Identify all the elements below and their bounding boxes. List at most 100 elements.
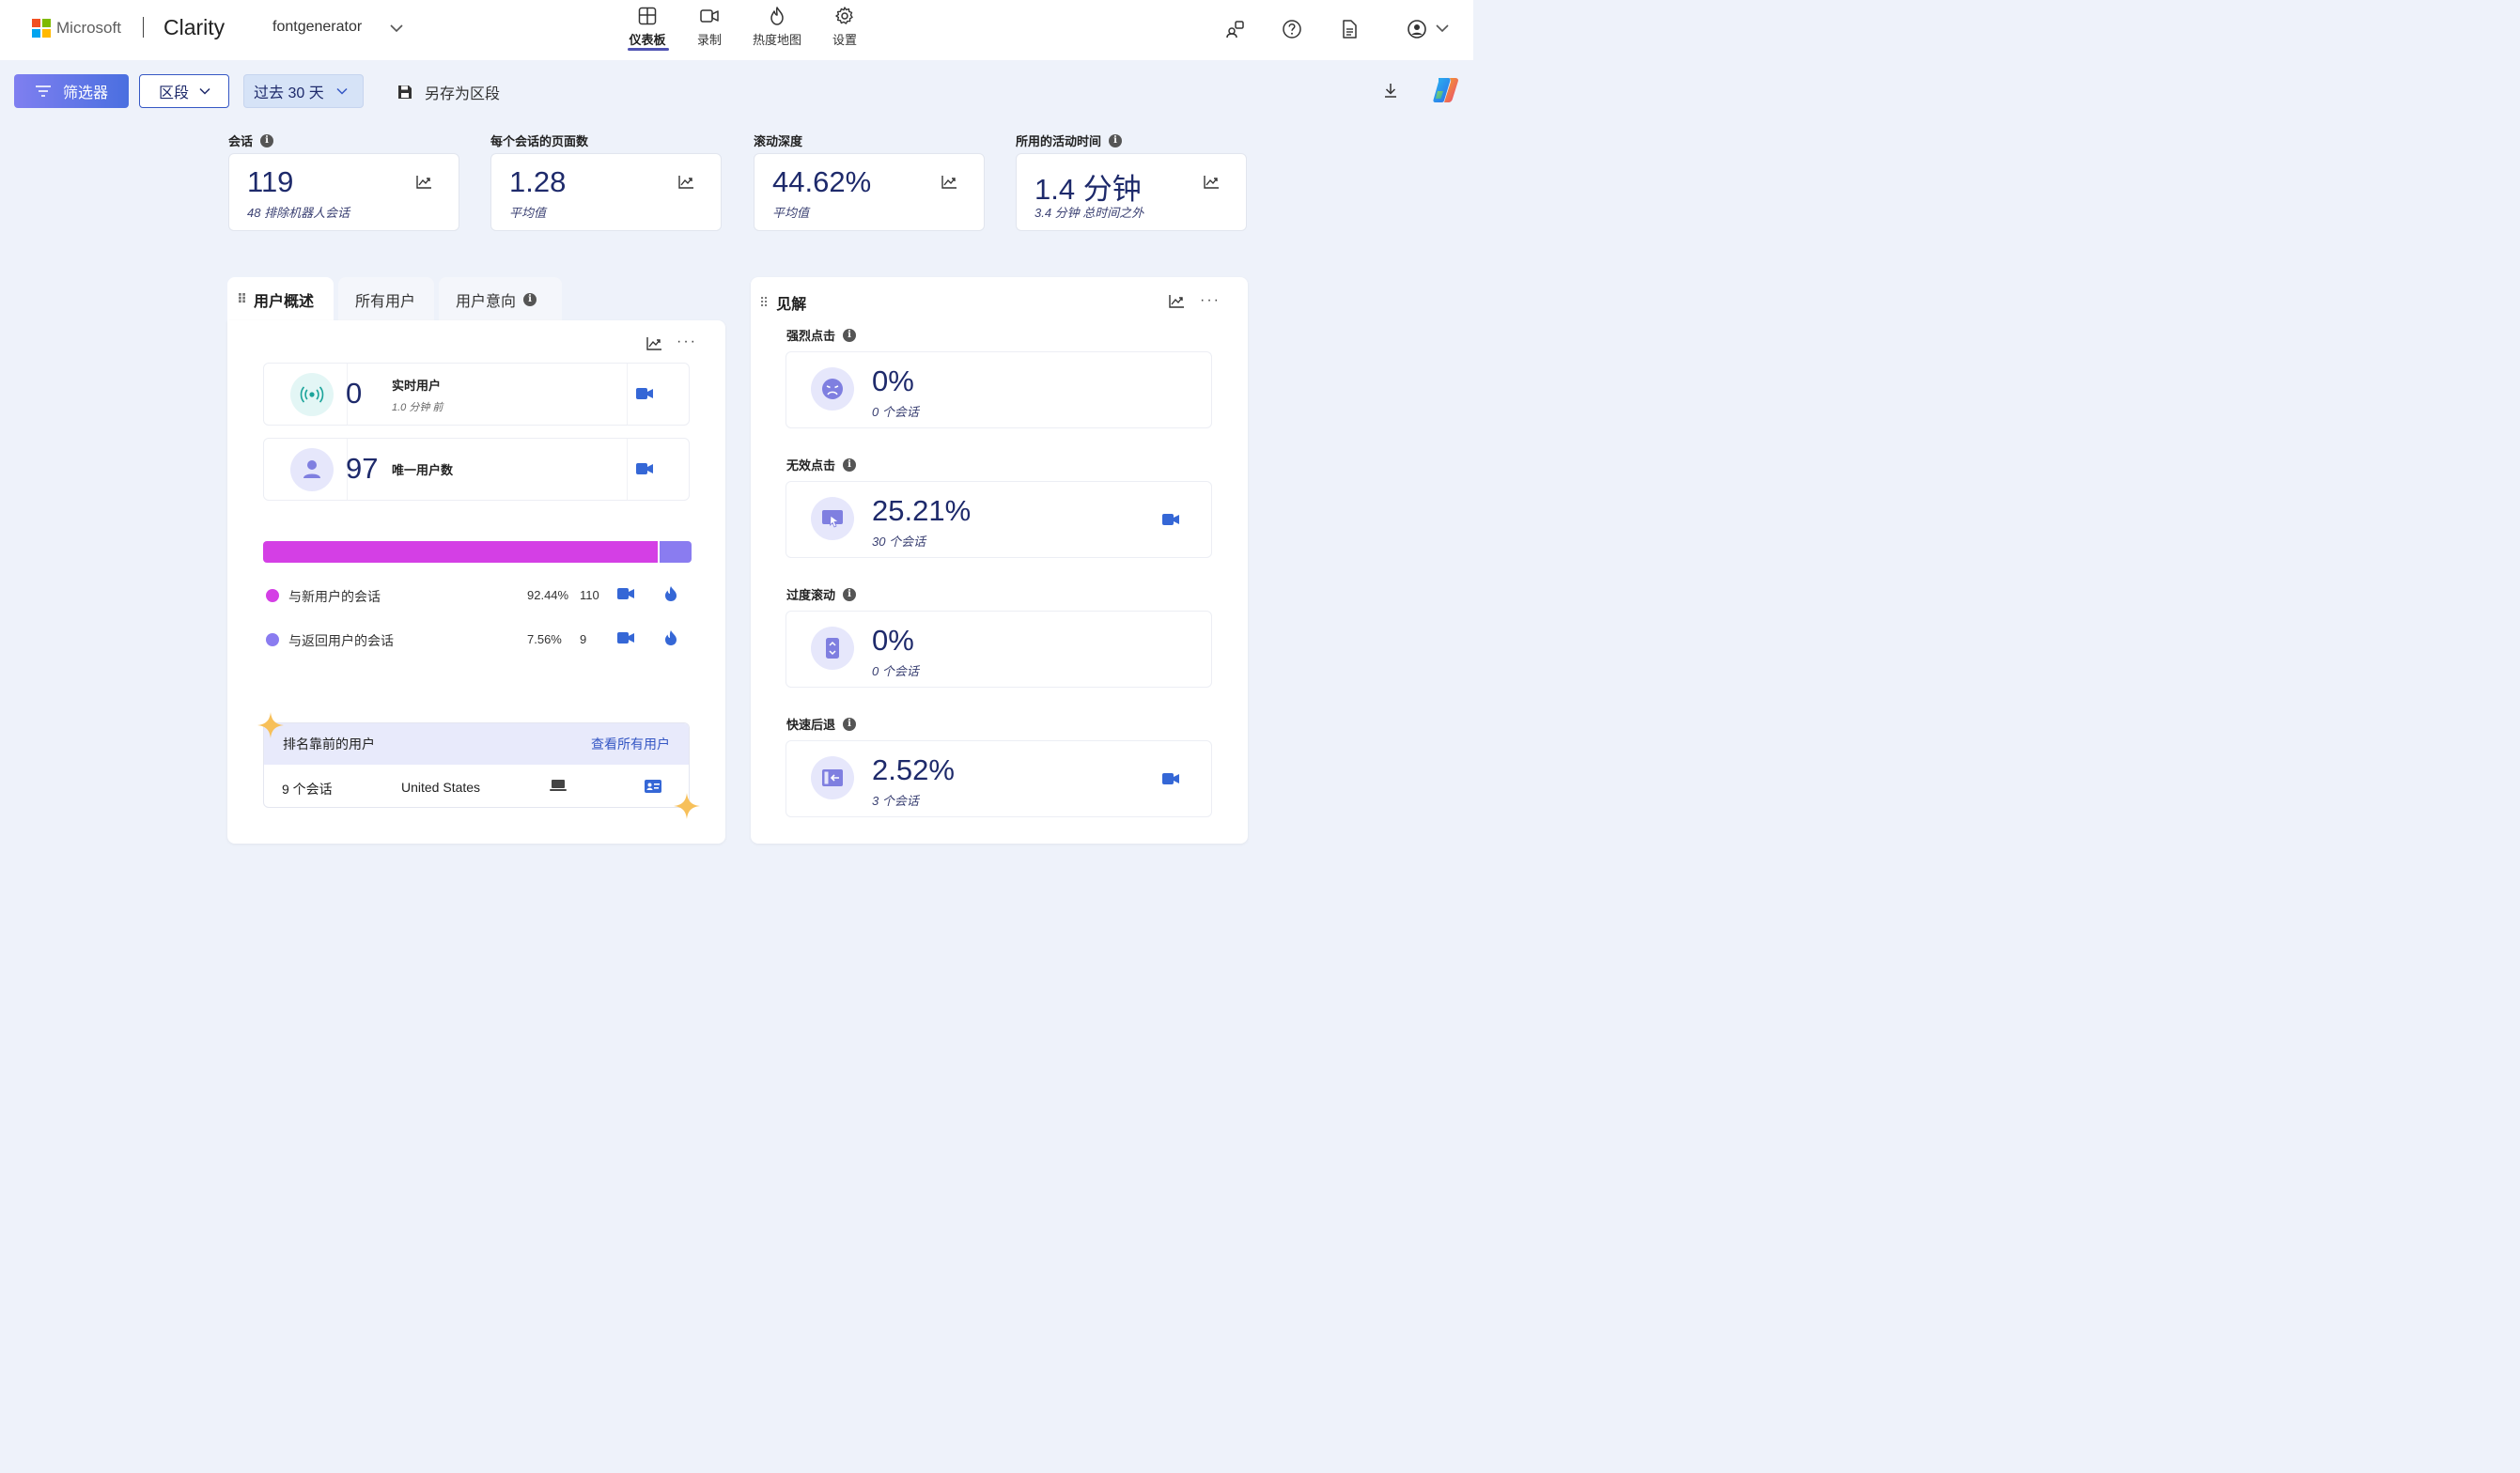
row-country: United States: [401, 780, 481, 795]
save-segment-button[interactable]: 另存为区段: [397, 81, 500, 103]
more-options-icon[interactable]: ···: [1200, 292, 1221, 309]
tab-user-intent[interactable]: 用户意向 i: [439, 277, 562, 321]
product-name[interactable]: Clarity: [163, 15, 225, 40]
nav-label: 热度地图: [752, 33, 801, 47]
insight-sessions: 3 个会话: [872, 794, 919, 808]
metric-label-text: 所用的活动时间: [1016, 134, 1102, 148]
filter-button[interactable]: 筛选器: [14, 74, 129, 108]
recording-icon[interactable]: [617, 587, 634, 600]
heatmap-icon[interactable]: [664, 585, 677, 602]
trend-chart-icon[interactable]: [1203, 175, 1220, 190]
document-icon[interactable]: [1339, 19, 1360, 39]
trend-chart-icon[interactable]: [677, 175, 694, 190]
insight-card-dead-clicks[interactable]: 25.21% 30 个会话: [786, 481, 1212, 558]
insight-card-quick-backs[interactable]: 2.52% 3 个会话: [786, 740, 1212, 817]
view-all-users-link[interactable]: 查看所有用户: [591, 735, 670, 753]
sparkle-icon: [257, 711, 285, 739]
returning-users-bar[interactable]: [660, 541, 692, 563]
new-users-bar[interactable]: [263, 541, 658, 563]
user-icon: [290, 448, 334, 491]
info-icon[interactable]: i: [523, 292, 537, 306]
insight-value: 0%: [872, 364, 914, 397]
insight-sessions: 0 个会话: [872, 405, 919, 419]
legend-dot: [266, 633, 279, 646]
microsoft-logo: [32, 19, 51, 38]
recording-icon[interactable]: [617, 631, 634, 644]
nav-dashboard[interactable]: 仪表板: [614, 6, 680, 48]
tab-user-overview[interactable]: ⠿ 用户概述: [227, 277, 334, 321]
heatmap-icon: [744, 6, 810, 26]
chevron-down-icon[interactable]: [389, 21, 404, 36]
trend-chart-icon[interactable]: [941, 175, 957, 190]
insight-label-text: 过度滚动: [786, 588, 836, 602]
recording-icon[interactable]: [1162, 772, 1179, 785]
metric-value: 1.4 分钟: [1034, 173, 1142, 206]
nav-settings[interactable]: 设置: [812, 6, 878, 48]
insight-card-excessive-scrolling[interactable]: 0% 0 个会话: [786, 611, 1212, 688]
info-icon[interactable]: i: [843, 587, 857, 601]
metric-label-pages-per-session: 每个会话的页面数: [490, 132, 588, 149]
more-options-icon[interactable]: ···: [677, 333, 697, 350]
insight-card-rage-clicks[interactable]: 0% 0 个会话: [786, 351, 1212, 428]
top-users-header: 排名靠前的用户 查看所有用户: [264, 723, 689, 765]
live-users-label: 实时用户: [392, 379, 442, 393]
tab-label: 用户概述: [253, 293, 314, 310]
info-icon[interactable]: i: [843, 717, 857, 731]
tab-all-users[interactable]: 所有用户: [338, 277, 434, 321]
nav-heatmaps[interactable]: 热度地图: [744, 6, 810, 48]
share-icon[interactable]: [1224, 19, 1245, 39]
angry-face-icon: [811, 367, 854, 411]
table-row[interactable]: 9 个会话 United States: [264, 765, 689, 807]
info-icon[interactable]: i: [843, 457, 857, 472]
info-icon[interactable]: i: [1109, 133, 1123, 147]
insight-label-quick-backs: 快速后退 i: [786, 715, 857, 733]
download-icon[interactable]: [1382, 82, 1399, 99]
nav-recordings[interactable]: 录制: [677, 6, 742, 48]
card-divider: [627, 364, 628, 425]
metric-card-sessions[interactable]: 119 48 排除机器人会话: [228, 153, 459, 231]
trend-chart-icon[interactable]: [646, 336, 662, 351]
live-broadcast-icon: [290, 373, 334, 416]
info-icon[interactable]: i: [260, 133, 274, 147]
chevron-down-icon: [336, 87, 348, 95]
trend-chart-icon[interactable]: [415, 175, 432, 190]
recording-icon[interactable]: [636, 462, 653, 475]
metric-card-scroll-depth[interactable]: 44.62% 平均值: [754, 153, 985, 231]
chevron-down-icon: [199, 87, 210, 95]
account-icon[interactable]: [1407, 19, 1427, 39]
insight-sessions: 0 个会话: [872, 664, 919, 678]
user-card-icon[interactable]: [645, 780, 661, 793]
metric-label-active-time: 所用的活动时间 i: [1016, 132, 1123, 149]
heatmap-icon[interactable]: [664, 629, 677, 646]
nav-label: 录制: [696, 33, 722, 47]
nav-label: 仪表板: [629, 33, 666, 47]
chevron-down-icon[interactable]: [1435, 21, 1450, 36]
live-users-updated: 1.0 分钟 前: [392, 402, 443, 413]
copilot-icon[interactable]: [1430, 74, 1462, 106]
settings-icon: [812, 6, 878, 26]
segment-dropdown[interactable]: 区段: [139, 74, 229, 108]
legend-dot: [266, 589, 279, 602]
insight-label-text: 无效点击: [786, 458, 836, 473]
drag-handle-icon[interactable]: ⠿: [237, 291, 247, 307]
trend-chart-icon[interactable]: [1168, 294, 1185, 309]
metric-card-active-time[interactable]: 1.4 分钟 3.4 分钟 总时间之外: [1016, 153, 1247, 231]
filter-icon: [36, 85, 51, 97]
nav-label: 设置: [832, 33, 857, 47]
top-users-title: 排名靠前的用户: [283, 736, 375, 752]
recording-icon[interactable]: [1162, 513, 1179, 526]
drag-handle-icon[interactable]: ⠿: [759, 295, 769, 311]
metric-label-text: 每个会话的页面数: [490, 134, 589, 148]
brand-divider: [143, 17, 144, 38]
metric-card-pages-per-session[interactable]: 1.28 平均值: [490, 153, 722, 231]
help-icon[interactable]: [1282, 19, 1302, 39]
date-range-dropdown[interactable]: 过去 30 天: [243, 74, 364, 108]
unique-users-count: 97: [346, 452, 379, 485]
legend-count: 9: [580, 632, 587, 646]
insight-label-excessive-scrolling: 过度滚动 i: [786, 585, 857, 603]
info-icon[interactable]: i: [843, 328, 857, 342]
insights-panel: ⠿ 见解 ··· 强烈点击 i 0% 0 个会话 无效点击 i 25.21% 3…: [751, 277, 1248, 844]
project-selector[interactable]: fontgenerator: [272, 19, 362, 36]
recording-icon[interactable]: [636, 387, 653, 400]
legend-percent: 92.44%: [527, 588, 569, 602]
